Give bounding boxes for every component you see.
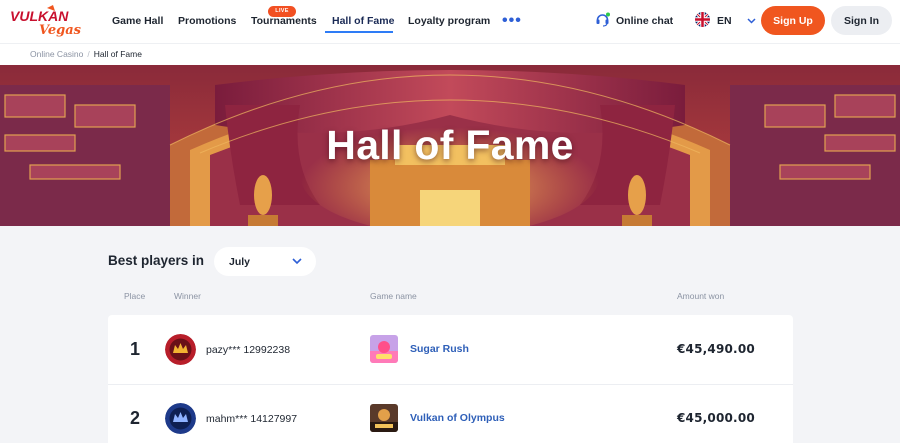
top-header: VULKAN Vegas Game Hall Promotions LIVE T… [0,0,900,43]
hall-of-fame-table: 1 pazy*** 12992238 Sugar Rush €45,490.00… [108,315,793,443]
avatar [165,334,196,365]
page-title: Hall of Fame [326,122,574,168]
avatar [165,403,196,434]
headset-icon [595,12,610,30]
sign-up-button[interactable]: Sign Up [761,6,825,35]
breadcrumb: Online Casino / Hall of Fame [0,43,900,65]
breadcrumb-separator: / [87,49,90,59]
month-dropdown-value: July [229,255,251,268]
winner-name: mahm*** 14127997 [206,413,298,425]
game-link[interactable]: Sugar Rush [410,343,469,355]
sugar-rush-thumbnail[interactable] [370,335,398,363]
language-code: EN [717,15,732,27]
more-dots-icon[interactable]: ••• [502,13,522,29]
place-number: 2 [130,408,141,428]
column-header-amount-won: Amount won [677,291,725,301]
column-header-game-name: Game name [370,291,417,301]
breadcrumb-current: Hall of Fame [93,49,142,59]
uk-flag-icon [695,12,710,30]
nav-tournaments[interactable]: Tournaments [251,0,317,43]
column-header-winner: Winner [174,291,201,301]
nav-loyalty-program[interactable]: Loyalty program [408,0,490,43]
column-header-place: Place [124,291,146,301]
online-chat-button[interactable]: Online chat [595,12,673,30]
amount-won: €45,000.00 [677,411,755,425]
winner-name: pazy*** 12992238 [206,344,291,356]
game-link[interactable]: Vulkan of Olympus [410,412,505,424]
vulkan-vegas-logo[interactable]: VULKAN Vegas [9,5,87,38]
chevron-down-icon [292,256,302,268]
breadcrumb-online-casino[interactable]: Online Casino [30,49,83,59]
month-dropdown[interactable]: July [214,247,316,276]
svg-text:VULKAN: VULKAN [10,8,69,24]
place-number: 1 [130,339,141,359]
table-row: 1 pazy*** 12992238 Sugar Rush €45,490.00 [108,315,793,383]
active-nav-indicator [325,31,393,33]
sign-in-button[interactable]: Sign In [831,6,892,35]
svg-text:Vegas: Vegas [39,23,82,37]
online-chat-label: Online chat [616,15,674,27]
hall-of-fame-banner: Hall of Fame [0,65,900,226]
language-selector[interactable]: EN [695,12,756,30]
nav-hall-of-fame[interactable]: Hall of Fame [332,0,394,43]
best-players-label: Best players in [108,253,205,268]
table-row: 2 mahm*** 14127997 Vulkan of Olympus €45… [108,384,793,443]
amount-won: €45,490.00 [677,342,755,356]
vulkan-of-olympus-thumbnail[interactable] [370,404,398,432]
nav-promotions[interactable]: Promotions [178,0,236,43]
nav-game-hall[interactable]: Game Hall [112,0,163,43]
chevron-down-icon [747,15,756,27]
